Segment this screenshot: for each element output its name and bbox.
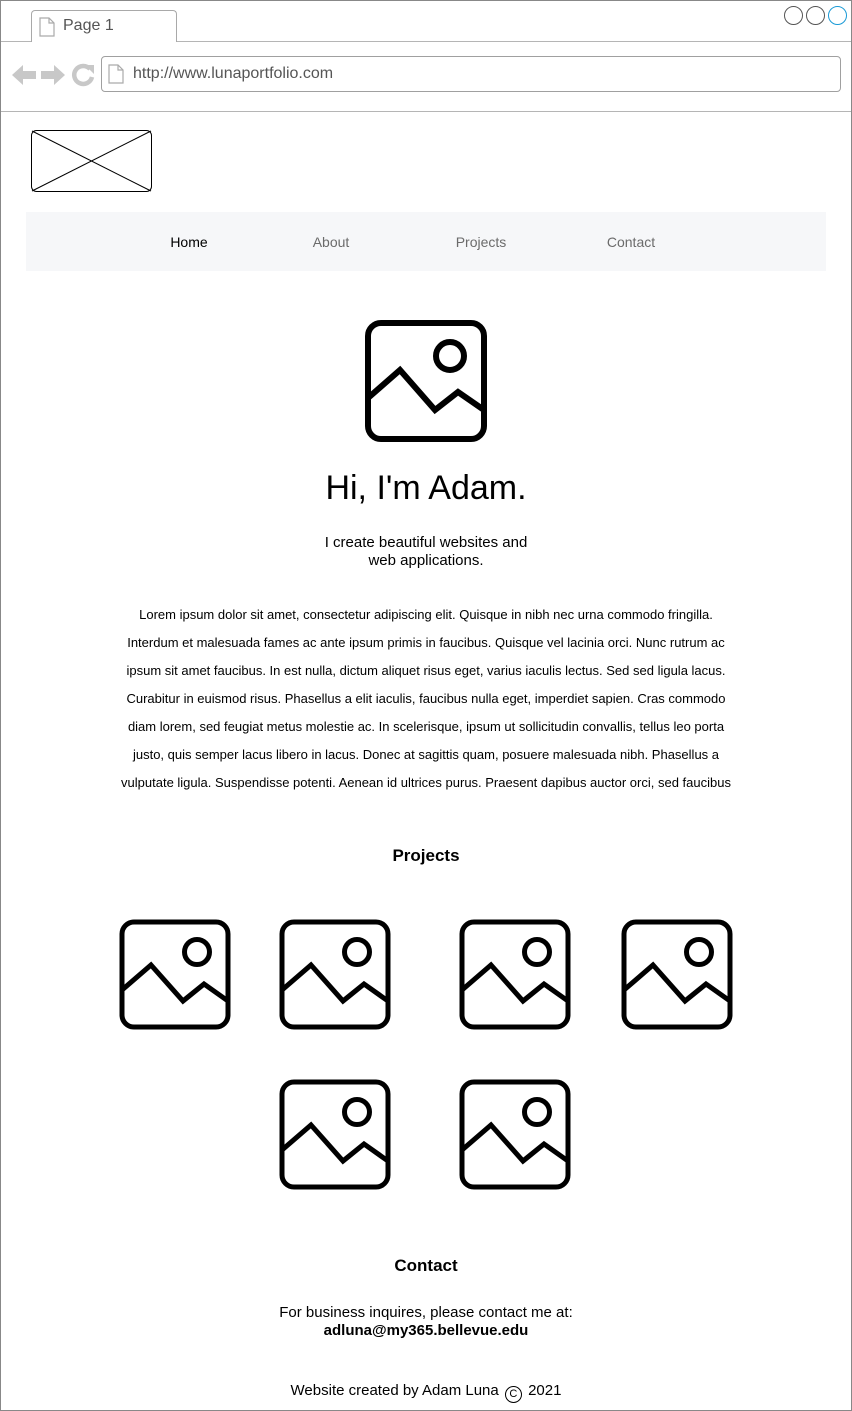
intro-line: Curabitur in euismod risus. Phasellus a … bbox=[126, 691, 726, 706]
project-image-icon[interactable] bbox=[459, 919, 571, 1030]
window-control-icon[interactable] bbox=[828, 6, 847, 25]
reload-icon[interactable] bbox=[71, 63, 95, 87]
tab-bar: Page 1 bbox=[1, 1, 851, 42]
intro-line: diam lorem, sed feugiat metus molestie a… bbox=[127, 719, 725, 734]
intro-paragraph: Lorem ipsum dolor sit amet, consectetur … bbox=[113, 601, 739, 797]
nav-item-projects[interactable]: Projects bbox=[456, 234, 507, 250]
intro-line: Lorem ipsum dolor sit amet, consectetur … bbox=[139, 607, 713, 622]
copyright-icon: C bbox=[504, 1386, 522, 1403]
back-arrow-icon[interactable] bbox=[11, 63, 37, 87]
browser-tab[interactable]: Page 1 bbox=[31, 10, 177, 42]
hero-subtitle: I create beautiful websites and web appl… bbox=[301, 534, 551, 570]
browser-window: Page 1 http://www.lunaportfolio.com Home… bbox=[0, 0, 852, 1411]
intro-line: Interdum et malesuada fames ac ante ipsu… bbox=[127, 635, 725, 650]
project-image-icon[interactable] bbox=[621, 919, 733, 1030]
nav-item-home[interactable]: Home bbox=[170, 234, 207, 250]
contact-email-link[interactable]: adluna@my365.bellevue.edu bbox=[1, 1322, 851, 1340]
hero-subtitle-line: I create beautiful websites and bbox=[324, 534, 528, 551]
nav-item-about[interactable]: About bbox=[313, 234, 350, 250]
project-image-icon[interactable] bbox=[459, 1079, 571, 1190]
footer-credit: Website created by Adam Luna bbox=[290, 1382, 499, 1399]
profile-image-icon bbox=[365, 320, 487, 442]
tab-label: Page 1 bbox=[63, 17, 114, 34]
window-controls bbox=[784, 6, 847, 25]
contact-text: For business inquires, please contact me… bbox=[1, 1304, 851, 1340]
intro-line: justo, quis semper lacus libero in lacus… bbox=[132, 747, 720, 762]
footer-year: 2021 bbox=[528, 1382, 562, 1399]
page-icon bbox=[108, 64, 124, 84]
forward-arrow-icon[interactable] bbox=[40, 63, 66, 87]
main-nav: Home About Projects Contact bbox=[26, 212, 826, 271]
hero-subtitle-line: web applications. bbox=[368, 552, 484, 569]
url-text: http://www.lunaportfolio.com bbox=[133, 65, 334, 82]
nav-item-contact[interactable]: Contact bbox=[607, 234, 655, 250]
project-image-icon[interactable] bbox=[119, 919, 231, 1030]
logo-placeholder bbox=[31, 130, 152, 192]
footer: Website created by Adam Luna C 2021 bbox=[1, 1382, 851, 1403]
contact-heading: Contact bbox=[394, 1256, 458, 1275]
projects-heading: Projects bbox=[392, 846, 460, 865]
intro-line: ipsum sit amet faucibus. In est nulla, d… bbox=[126, 663, 726, 678]
hero-title: Hi, I'm Adam. bbox=[325, 469, 527, 507]
contact-message: For business inquires, please contact me… bbox=[279, 1304, 573, 1321]
project-image-icon[interactable] bbox=[279, 1079, 391, 1190]
intro-line: vulputate ligula. Suspendisse potenti. A… bbox=[121, 775, 731, 790]
address-bar[interactable]: http://www.lunaportfolio.com bbox=[101, 56, 841, 92]
window-control-icon[interactable] bbox=[784, 6, 803, 25]
browser-toolbar: http://www.lunaportfolio.com bbox=[1, 42, 851, 112]
page-icon bbox=[39, 17, 55, 37]
project-image-icon[interactable] bbox=[279, 919, 391, 1030]
window-control-icon[interactable] bbox=[806, 6, 825, 25]
